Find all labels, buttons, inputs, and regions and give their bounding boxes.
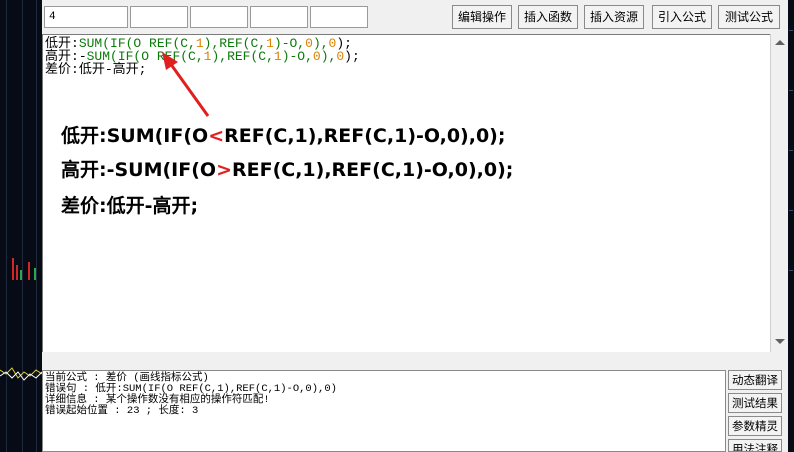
code-line: 差价:低开-高开; (45, 63, 146, 76)
scroll-down-icon[interactable] (775, 339, 785, 344)
formula-code-editor[interactable]: 低开:SUM(IF(O REF(C,1),REF(C,1)-O,0),0); 高… (42, 34, 770, 352)
code-separator: : (71, 62, 79, 77)
import-formula-button[interactable]: 引入公式 (652, 5, 712, 29)
chart-tick (789, 30, 793, 31)
chart-candle (12, 258, 14, 280)
code-token: ); (344, 49, 360, 64)
insert-resource-button[interactable]: 插入资源 (584, 5, 644, 29)
chart-tick (789, 270, 793, 271)
error-panel: 当前公式 : 差价 (画线指标公式) 错误句 : 低开:SUM(IF(O REF… (42, 352, 788, 452)
code-token: 低开-高开; (78, 62, 147, 77)
annotation-line: 高开:-SUM(IF(O>REF(C,1),REF(C,1)-O,0),0); (61, 155, 513, 182)
annotation-text: REF(C,1),REF(C,1)-O,0),0); (232, 159, 514, 181)
annotation-text: REF(C,1),REF(C,1)-O,0),0); (224, 125, 506, 147)
annotation-operator: > (216, 159, 232, 181)
scroll-up-icon[interactable] (775, 40, 785, 45)
param-field-5[interactable] (310, 6, 368, 28)
edit-operation-button[interactable]: 编辑操作 (452, 5, 512, 29)
chart-candle (28, 262, 30, 280)
chart-tick (789, 210, 793, 211)
formula-editor-dialog: 4 编辑操作 插入函数 插入资源 引入公式 测试公式 低开:SUM(IF(O R… (42, 0, 788, 452)
code-token: 0 (336, 49, 345, 64)
param-field-1[interactable]: 4 (44, 6, 128, 28)
chart-indicator-wave (0, 367, 42, 381)
chart-candle (20, 270, 22, 280)
code-token: 0 (312, 49, 321, 64)
annotation-text: 低开:SUM(IF(O (61, 125, 209, 147)
chart-tick (789, 150, 793, 151)
code-token: )-O, (281, 49, 313, 64)
annotation-text: 高开:-SUM(IF(O (61, 159, 217, 181)
toolbar: 4 编辑操作 插入函数 插入资源 引入公式 测试公式 (42, 0, 788, 34)
annotation-line: 差价:低开-高开; (61, 191, 198, 218)
param-field-2[interactable] (130, 6, 188, 28)
chart-candle (16, 265, 18, 280)
annotation-text: 差价:低开-高开; (61, 195, 199, 217)
code-label: 差价 (45, 62, 72, 77)
chart-candle (34, 268, 36, 280)
insert-function-button[interactable]: 插入函数 (518, 5, 578, 29)
annotation-operator: < (208, 125, 225, 147)
code-token: ),REF(C, (211, 49, 274, 64)
code-token: 1 (273, 49, 282, 64)
editor-scrollbar[interactable] (770, 34, 788, 352)
usage-notes-button[interactable]: 用法注释 (728, 439, 782, 452)
chart-background-left (0, 0, 42, 452)
code-token: ), (320, 49, 337, 64)
chart-tick (789, 90, 793, 91)
test-result-button[interactable]: 测试结果 (728, 393, 782, 413)
error-message-box[interactable]: 当前公式 : 差价 (画线指标公式) 错误句 : 低开:SUM(IF(O REF… (42, 370, 726, 452)
dynamic-translate-button[interactable]: 动态翻译 (728, 370, 782, 390)
param-field-3[interactable] (190, 6, 248, 28)
error-position: 错误起始位置 : 23 ; 长度: 3 (45, 405, 199, 417)
chart-background-right (788, 0, 794, 452)
param-field-4[interactable] (250, 6, 308, 28)
param-wizard-button[interactable]: 参数精灵 (728, 416, 782, 436)
annotation-line: 低开:SUM(IF(O<REF(C,1),REF(C,1)-O,0),0); (61, 121, 505, 148)
test-formula-button[interactable]: 测试公式 (718, 5, 780, 29)
